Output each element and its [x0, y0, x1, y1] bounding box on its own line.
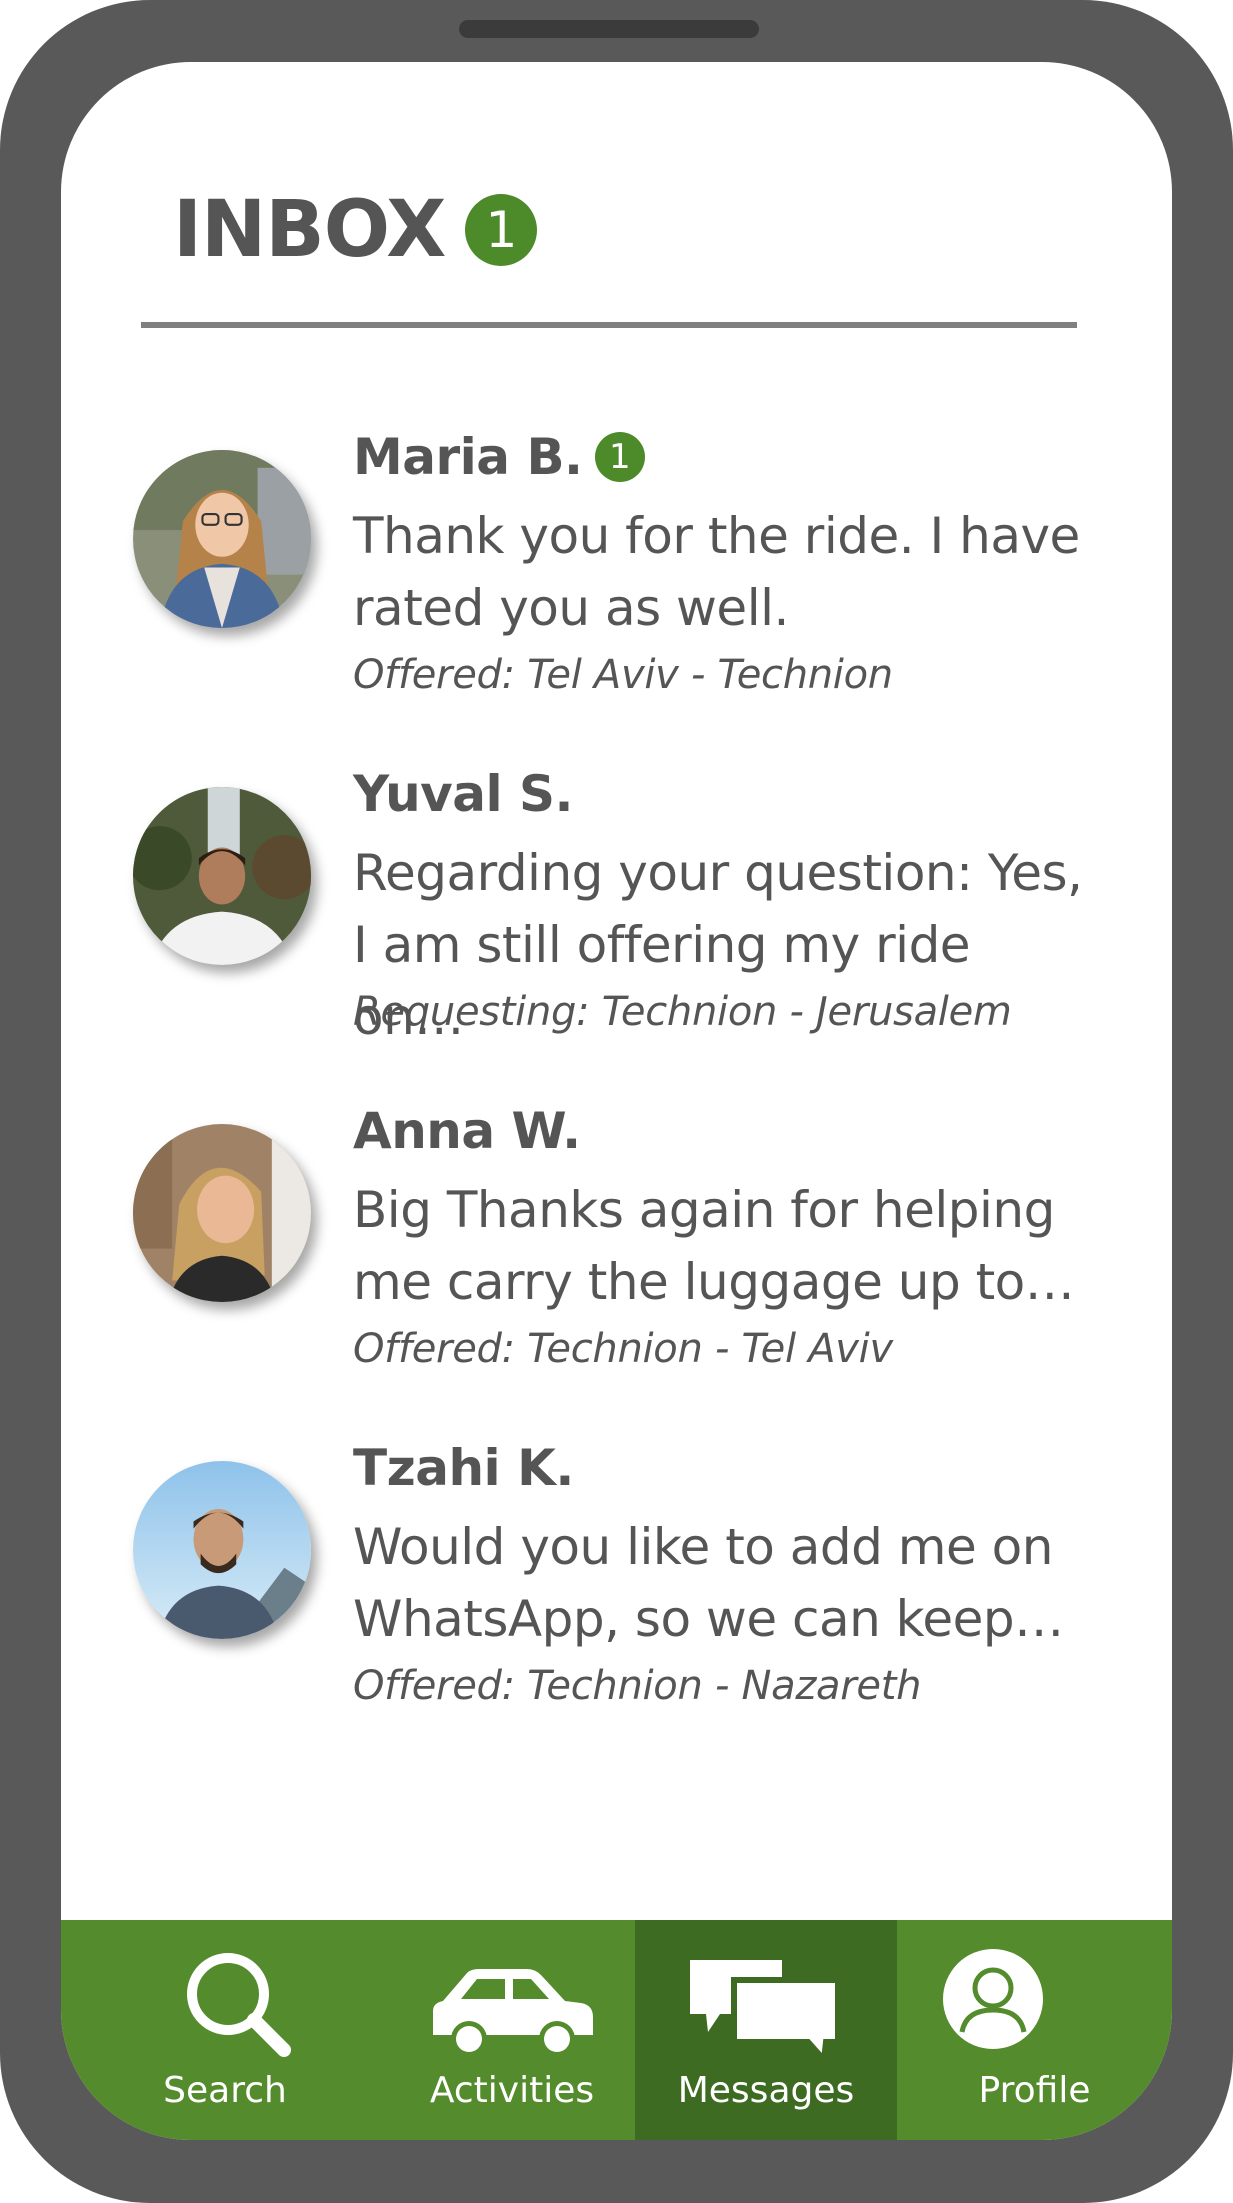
nav-activities[interactable]: Activities [389, 1920, 635, 2140]
nav-profile[interactable]: Profile [897, 1920, 1172, 2140]
avatar-anna-photo [133, 1124, 311, 1302]
nav-messages-label: Messages [677, 2070, 855, 2111]
sender-name: Tzahi K. [353, 1439, 574, 1497]
avatar-maria [133, 450, 311, 628]
message-list: Maria B. 1 Thank you for the ride. I hav… [61, 62, 1172, 2140]
nav-search[interactable]: Search [61, 1920, 389, 2140]
profile-icon [943, 1949, 1043, 2049]
ride-info: Requesting: Technion - Jerusalem [353, 989, 1012, 1035]
app-screen: INBOX 1 Maria B. 1 Thank you for the rid… [61, 62, 1172, 2140]
message-item-maria[interactable]: Maria B. 1 Thank you for the ride. I hav… [61, 428, 1172, 750]
nav-activities-label: Activities [429, 2070, 595, 2111]
message-preview: Would you like to add me on WhatsApp, so… [353, 1518, 1064, 1648]
car-icon [433, 1969, 593, 2057]
nav-profile-label: Profile [978, 2070, 1091, 2111]
sender-name: Maria B. [353, 428, 583, 486]
ride-info: Offered: Tel Aviv - Technion [353, 652, 893, 698]
message-item-anna[interactable]: Anna W. Big Thanks again for helping me … [61, 1102, 1172, 1424]
message-item-tzahi[interactable]: Tzahi K. Would you like to add me on Wha… [61, 1439, 1172, 1761]
avatar-tzahi [133, 1461, 311, 1639]
avatar-tzahi-photo [133, 1461, 311, 1639]
bottom-nav: Search Activities Messages Profile [61, 1920, 1172, 2140]
unread-badge: 1 [594, 432, 645, 482]
sender-name: Anna W. [353, 1102, 581, 1160]
message-preview: Thank you for the ride. I have rated you… [353, 507, 1080, 637]
sender-name: Yuval S. [353, 765, 574, 823]
nav-search-label: Search [163, 2070, 287, 2111]
message-sender: Yuval S. [353, 765, 574, 823]
avatar-maria-photo [133, 450, 311, 628]
phone-frame: INBOX 1 Maria B. 1 Thank you for the rid… [0, 0, 1233, 2203]
avatar-yuval [133, 787, 311, 965]
avatar-anna [133, 1124, 311, 1302]
phone-speaker [459, 20, 759, 38]
avatar-yuval-photo [133, 787, 311, 965]
nav-messages[interactable]: Messages [635, 1920, 897, 2140]
ride-info: Offered: Technion - Tel Aviv [353, 1326, 893, 1372]
search-icon [187, 1953, 291, 2057]
message-item-yuval[interactable]: Yuval S. Regarding your question: Yes, I… [61, 765, 1172, 1087]
message-preview: Big Thanks again for helping me carry th… [353, 1181, 1075, 1311]
message-sender: Anna W. [353, 1102, 581, 1160]
message-sender: Tzahi K. [353, 1439, 574, 1497]
message-sender: Maria B. 1 [353, 428, 645, 486]
ride-info: Offered: Technion - Nazareth [353, 1663, 922, 1709]
chat-bubbles-icon [690, 1960, 841, 2066]
